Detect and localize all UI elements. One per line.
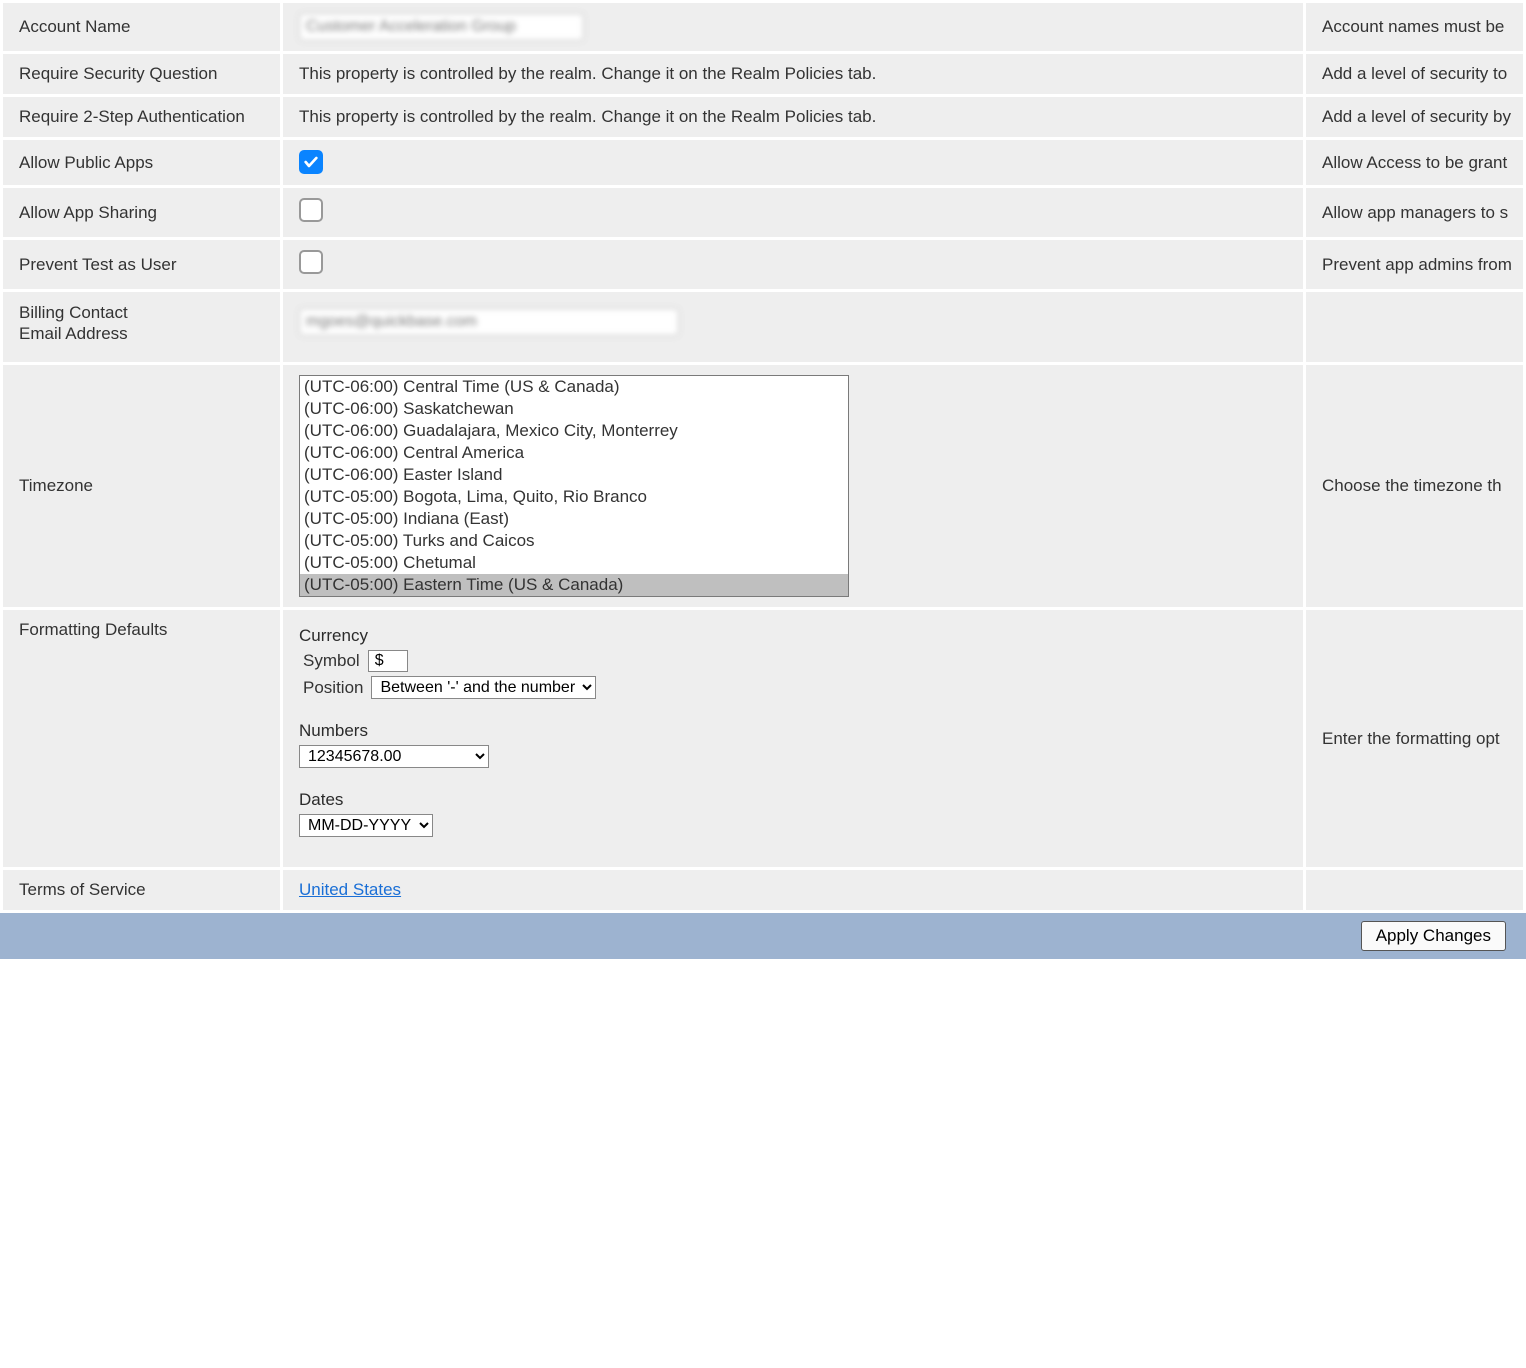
- footer-bar: Apply Changes: [0, 913, 1526, 959]
- label-timezone: Timezone: [2, 364, 282, 609]
- desc-prevent-test-as-user: Prevent app admins from: [1305, 239, 1525, 291]
- timezone-option[interactable]: (UTC-06:00) Guadalajara, Mexico City, Mo…: [300, 420, 848, 442]
- allow-app-sharing-checkbox[interactable]: [299, 198, 323, 222]
- row-require-2step: Require 2-Step Authentication This prope…: [2, 96, 1525, 139]
- dates-heading: Dates: [299, 790, 1287, 810]
- desc-terms: [1305, 869, 1525, 912]
- label-prevent-test-as-user: Prevent Test as User: [2, 239, 282, 291]
- label-formatting: Formatting Defaults: [2, 609, 282, 869]
- label-billing-contact-line1: Billing Contact: [19, 303, 128, 322]
- row-account-name: Account Name Account names must be: [2, 2, 1525, 53]
- value-require-2step: This property is controlled by the realm…: [282, 96, 1305, 139]
- settings-table: Account Name Account names must be Requi…: [0, 0, 1526, 913]
- timezone-option[interactable]: (UTC-06:00) Saskatchewan: [300, 398, 848, 420]
- desc-billing-contact: [1305, 291, 1525, 364]
- timezone-option[interactable]: (UTC-05:00) Chetumal: [300, 552, 848, 574]
- symbol-label: Symbol: [303, 651, 360, 671]
- dates-format-select[interactable]: MM-DD-YYYY: [299, 814, 433, 837]
- value-require-security-question: This property is controlled by the realm…: [282, 53, 1305, 96]
- timezone-option[interactable]: (UTC-06:00) Central America: [300, 442, 848, 464]
- row-formatting: Formatting Defaults Currency Symbol Posi…: [2, 609, 1525, 869]
- numbers-format-select[interactable]: 12345678.00: [299, 745, 489, 768]
- prevent-test-as-user-checkbox[interactable]: [299, 250, 323, 274]
- timezone-option[interactable]: (UTC-05:00) Indiana (East): [300, 508, 848, 530]
- billing-email-input[interactable]: [299, 308, 679, 336]
- account-name-input[interactable]: [299, 13, 584, 41]
- currency-symbol-input[interactable]: [368, 650, 408, 672]
- timezone-listbox[interactable]: (UTC-06:00) Central Time (US & Canada)(U…: [299, 375, 849, 597]
- allow-public-apps-checkbox[interactable]: [299, 150, 323, 174]
- label-require-security-question: Require Security Question: [2, 53, 282, 96]
- desc-require-security-question: Add a level of security to: [1305, 53, 1525, 96]
- row-require-security-question: Require Security Question This property …: [2, 53, 1525, 96]
- label-require-2step: Require 2-Step Authentication: [2, 96, 282, 139]
- timezone-option[interactable]: (UTC-05:00) Turks and Caicos: [300, 530, 848, 552]
- timezone-option[interactable]: (UTC-06:00) Easter Island: [300, 464, 848, 486]
- label-billing-contact-line2: Email Address: [19, 324, 128, 343]
- label-allow-public-apps: Allow Public Apps: [2, 139, 282, 187]
- label-billing-contact: Billing Contact Email Address: [2, 291, 282, 364]
- row-billing-contact: Billing Contact Email Address: [2, 291, 1525, 364]
- row-allow-public-apps: Allow Public Apps Allow Access to be gra…: [2, 139, 1525, 187]
- desc-allow-public-apps: Allow Access to be grant: [1305, 139, 1525, 187]
- row-timezone: Timezone (UTC-06:00) Central Time (US & …: [2, 364, 1525, 609]
- check-icon: [303, 154, 319, 170]
- value-account-name: [282, 2, 1305, 53]
- position-label: Position: [303, 678, 363, 698]
- desc-require-2step: Add a level of security by: [1305, 96, 1525, 139]
- timezone-option[interactable]: (UTC-05:00) Eastern Time (US & Canada): [300, 574, 848, 596]
- apply-changes-button[interactable]: Apply Changes: [1361, 921, 1506, 951]
- label-account-name: Account Name: [2, 2, 282, 53]
- terms-link[interactable]: United States: [299, 880, 401, 899]
- row-terms: Terms of Service United States: [2, 869, 1525, 912]
- desc-timezone: Choose the timezone th: [1305, 364, 1525, 609]
- label-terms: Terms of Service: [2, 869, 282, 912]
- desc-formatting: Enter the formatting opt: [1305, 609, 1525, 869]
- row-prevent-test-as-user: Prevent Test as User Prevent app admins …: [2, 239, 1525, 291]
- timezone-option[interactable]: (UTC-05:00) Bogota, Lima, Quito, Rio Bra…: [300, 486, 848, 508]
- currency-heading: Currency: [299, 626, 1287, 646]
- currency-position-select[interactable]: Between '-' and the number: [371, 676, 596, 699]
- desc-account-name: Account names must be: [1305, 2, 1525, 53]
- numbers-heading: Numbers: [299, 721, 1287, 741]
- label-allow-app-sharing: Allow App Sharing: [2, 187, 282, 239]
- timezone-option[interactable]: (UTC-06:00) Central Time (US & Canada): [300, 376, 848, 398]
- row-allow-app-sharing: Allow App Sharing Allow app managers to …: [2, 187, 1525, 239]
- desc-allow-app-sharing: Allow app managers to s: [1305, 187, 1525, 239]
